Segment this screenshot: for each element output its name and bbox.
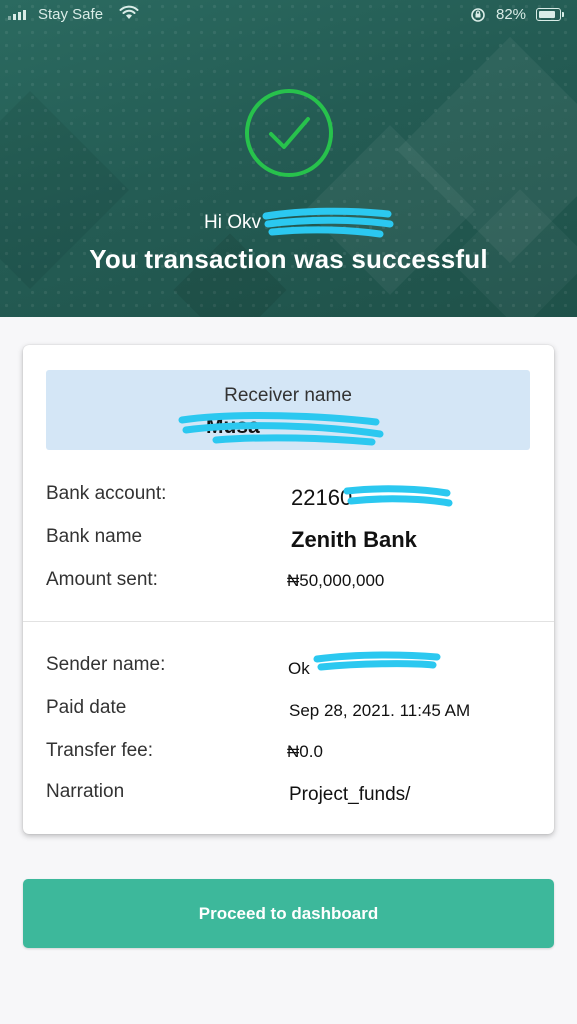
narration-value: Project_funds/ bbox=[289, 784, 411, 805]
sender-name-label: Sender name: bbox=[46, 654, 166, 675]
orientation-lock-icon bbox=[470, 7, 486, 27]
bank-name-label: Bank name bbox=[46, 526, 143, 547]
narration-label: Narration bbox=[46, 781, 125, 802]
paid-date-label: Paid date bbox=[46, 697, 127, 718]
transfer-fee-label: Transfer fee: bbox=[46, 740, 154, 761]
amount-sent-value: ₦50,000,000 bbox=[287, 571, 385, 590]
redaction-mark bbox=[343, 485, 453, 507]
redaction-mark bbox=[178, 412, 384, 446]
battery-icon bbox=[536, 8, 564, 21]
battery-percent: 82% bbox=[496, 6, 527, 23]
redaction-mark bbox=[313, 651, 441, 671]
transfer-fee-value: ₦0.0 bbox=[287, 742, 323, 761]
bank-name-value: Zenith Bank bbox=[291, 527, 417, 552]
redaction-mark bbox=[262, 207, 394, 238]
amount-sent-label: Amount sent: bbox=[46, 569, 158, 590]
section-divider bbox=[23, 621, 554, 622]
bank-account-label: Bank account: bbox=[46, 483, 167, 504]
proceed-to-dashboard-button[interactable]: Proceed to dashboard bbox=[23, 879, 554, 948]
status-bar: Stay Safe 82% bbox=[0, 0, 577, 30]
success-headline: You transaction was successful bbox=[89, 244, 488, 274]
carrier-name: Stay Safe bbox=[38, 6, 104, 23]
receiver-box: Receiver name Musa bbox=[46, 370, 530, 450]
success-header: Stay Safe 82% Hi Okv You transaction was… bbox=[0, 0, 577, 317]
greeting-text: Hi Okv bbox=[204, 212, 261, 233]
receiver-label: Receiver name bbox=[224, 385, 352, 406]
signal-icon bbox=[8, 10, 26, 20]
check-circle-icon bbox=[243, 87, 335, 179]
sender-name-value: Ok bbox=[288, 659, 310, 678]
wifi-icon bbox=[119, 5, 139, 25]
transaction-details-card: Receiver name Musa Bank account: 22160 B… bbox=[23, 345, 554, 834]
paid-date-value: Sep 28, 2021. 11:45 AM bbox=[289, 701, 471, 720]
